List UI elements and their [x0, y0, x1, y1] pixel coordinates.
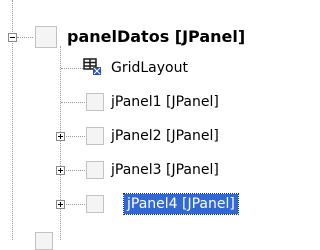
panel-icon [86, 195, 104, 213]
tree-line [61, 68, 83, 69]
tree-line [61, 102, 85, 103]
panel-icon [35, 26, 57, 48]
panel-icon [86, 93, 104, 111]
component-tree: panelDatos [JPanel] GridLayout jPanel1 [… [0, 0, 320, 250]
expand-toggle-icon[interactable] [56, 132, 65, 141]
expand-toggle-icon[interactable] [56, 200, 65, 209]
panel-icon [86, 127, 104, 145]
tree-line [17, 37, 33, 38]
tree-node-label[interactable]: jPanel2 [JPanel] [108, 126, 222, 146]
tree-line-children [60, 46, 61, 240]
collapse-toggle-icon[interactable] [8, 33, 17, 42]
expand-toggle-icon[interactable] [56, 166, 65, 175]
tree-node-label[interactable]: panelDatos [JPanel] [64, 26, 248, 48]
tree-node-label[interactable]: GridLayout [108, 58, 191, 78]
panel-icon [35, 232, 53, 250]
tree-node-label[interactable]: jPanel3 [JPanel] [108, 160, 222, 180]
panel-icon [86, 161, 104, 179]
grid-layout-icon [83, 58, 101, 75]
tree-node-label[interactable]: jPanel1 [JPanel] [108, 92, 222, 112]
tree-node-label[interactable]: jPanel4 [JPanel] [123, 193, 239, 215]
